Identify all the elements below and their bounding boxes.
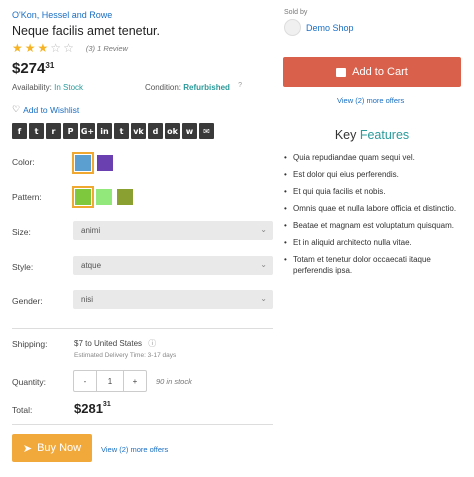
list-item: Est dolor qui eius perferendis. bbox=[284, 169, 464, 180]
color-label: Color: bbox=[12, 157, 35, 167]
divider bbox=[12, 424, 273, 425]
social-share-bar: f t r P G+ in t vk d ok w ✉ bbox=[12, 123, 216, 139]
condition-label: Condition: bbox=[145, 83, 182, 92]
color-swatch-blue[interactable] bbox=[72, 152, 94, 174]
availability-label: Availability: bbox=[12, 83, 52, 92]
gender-select-value: nisi bbox=[81, 295, 94, 304]
linkedin-icon[interactable]: in bbox=[97, 123, 112, 139]
view-more-offers-link[interactable]: View (2) more offers bbox=[337, 96, 404, 105]
add-to-cart-button[interactable]: Add to Cart bbox=[283, 57, 461, 87]
shipping-text: $7 to United States bbox=[74, 339, 143, 348]
divider bbox=[12, 328, 273, 329]
color-swatch-purple[interactable] bbox=[97, 155, 113, 171]
delivery-time: Estimated Delivery Time: 3-17 days bbox=[74, 352, 177, 359]
list-item: Et qui quia facilis et nobis. bbox=[284, 186, 464, 197]
list-item: Totam et tenetur dolor occaecati itaque … bbox=[284, 254, 464, 276]
whatsapp-icon[interactable]: w bbox=[182, 123, 197, 139]
buy-now-button[interactable]: ➤ Buy Now bbox=[12, 434, 92, 462]
rating: ★ ★ ★ ☆ ☆ (3) 1 Review bbox=[12, 42, 128, 54]
chevron-down-icon: ⌄ bbox=[260, 294, 267, 303]
size-select-value: animi bbox=[81, 226, 101, 235]
sold-by-label: Sold by bbox=[284, 9, 308, 16]
shipping-label: Shipping: bbox=[12, 339, 48, 349]
pattern-swatch-light-green[interactable] bbox=[96, 189, 112, 205]
availability-value: In Stock bbox=[54, 83, 84, 92]
quantity-input[interactable]: 1 bbox=[96, 371, 124, 391]
odnoklassniki-icon[interactable]: ok bbox=[165, 123, 180, 139]
facebook-icon[interactable]: f bbox=[12, 123, 27, 139]
info-icon[interactable]: ? bbox=[238, 82, 242, 89]
reddit-icon[interactable]: r bbox=[46, 123, 61, 139]
price-main: $274 bbox=[12, 60, 46, 77]
size-label: Size: bbox=[12, 227, 31, 237]
list-item: Omnis quae et nulla labore officia et di… bbox=[284, 203, 464, 214]
total-label: Total: bbox=[12, 405, 33, 415]
availability: Availability: In Stock bbox=[12, 83, 83, 92]
twitter-icon[interactable]: t bbox=[29, 123, 44, 139]
star-icon: ★ bbox=[37, 41, 49, 55]
product-price: $27431 bbox=[12, 60, 54, 77]
color-swatches bbox=[72, 152, 113, 174]
style-select[interactable]: atque ⌄ bbox=[73, 256, 273, 275]
list-item: Quia repudiandae quam sequi vel. bbox=[284, 152, 464, 163]
vk-icon[interactable]: vk bbox=[131, 123, 146, 139]
chevron-down-icon: ⌄ bbox=[260, 225, 267, 234]
stock-count: 90 in stock bbox=[156, 377, 192, 386]
paper-plane-icon: ➤ bbox=[22, 442, 33, 455]
info-icon[interactable]: ⓘ bbox=[148, 339, 156, 348]
shopping-bag-icon bbox=[336, 67, 347, 77]
pattern-swatches bbox=[72, 186, 133, 208]
star-icon: ☆ bbox=[63, 41, 74, 55]
quantity-stepper: - 1 + bbox=[73, 370, 147, 392]
product-title: Neque facilis amet tenetur. bbox=[12, 24, 160, 38]
star-icon: ☆ bbox=[50, 41, 62, 55]
reviews-link[interactable]: (3) 1 Review bbox=[86, 44, 128, 53]
key-features-title-b: Features bbox=[359, 128, 410, 142]
chevron-down-icon: ⌄ bbox=[260, 260, 267, 269]
shipping-value: $7 to United States ⓘ bbox=[74, 338, 156, 349]
style-label: Style: bbox=[12, 262, 34, 272]
digg-icon[interactable]: d bbox=[148, 123, 163, 139]
tumblr-icon[interactable]: t bbox=[114, 123, 129, 139]
pinterest-icon[interactable]: P bbox=[63, 123, 78, 139]
buy-now-label: Buy Now bbox=[37, 442, 82, 454]
add-to-cart-label: Add to Cart bbox=[352, 66, 408, 78]
quantity-decrement-button[interactable]: - bbox=[74, 371, 96, 391]
size-select[interactable]: animi ⌄ bbox=[73, 221, 273, 240]
star-icon: ★ bbox=[12, 41, 23, 55]
heart-icon: ♡ bbox=[12, 104, 21, 114]
add-to-wishlist-link[interactable]: ♡ Add to Wishlist bbox=[12, 104, 79, 115]
pattern-label: Pattern: bbox=[12, 192, 42, 202]
condition-value: Refurbished bbox=[183, 83, 230, 92]
key-features-title: Key Features bbox=[283, 128, 461, 142]
pattern-swatch-green[interactable] bbox=[72, 186, 94, 208]
star-icon: ★ bbox=[24, 41, 36, 55]
condition: Condition: Refurbished ? bbox=[145, 82, 242, 92]
pattern-swatch-olive[interactable] bbox=[117, 189, 133, 205]
shop-name-link[interactable]: Demo Shop bbox=[306, 23, 354, 33]
gender-select[interactable]: nisi ⌄ bbox=[73, 290, 273, 309]
view-more-offers-link[interactable]: View (2) more offers bbox=[101, 445, 168, 454]
google-plus-icon[interactable]: G+ bbox=[80, 123, 95, 139]
gender-label: Gender: bbox=[12, 296, 43, 306]
list-item: Et in aliquid architecto nulla vitae. bbox=[284, 237, 464, 248]
total-cents: 31 bbox=[102, 401, 111, 408]
wishlist-label: Add to Wishlist bbox=[23, 104, 80, 115]
shop-logo[interactable] bbox=[284, 19, 301, 36]
key-features-title-a: Key bbox=[334, 128, 357, 142]
key-features-list: Quia repudiandae quam sequi vel. Est dolo… bbox=[284, 152, 464, 282]
price-cents: 31 bbox=[45, 61, 55, 70]
brand-link[interactable]: O'Kon, Hessel and Rowe bbox=[12, 10, 112, 20]
total-price: $28131 bbox=[74, 401, 111, 416]
quantity-increment-button[interactable]: + bbox=[124, 371, 146, 391]
quantity-label: Quantity: bbox=[12, 377, 47, 387]
list-item: Beatae et magnam est voluptatum quisquam… bbox=[284, 220, 464, 231]
style-select-value: atque bbox=[81, 261, 102, 270]
email-icon[interactable]: ✉ bbox=[199, 123, 214, 139]
total-main: $281 bbox=[74, 401, 103, 416]
